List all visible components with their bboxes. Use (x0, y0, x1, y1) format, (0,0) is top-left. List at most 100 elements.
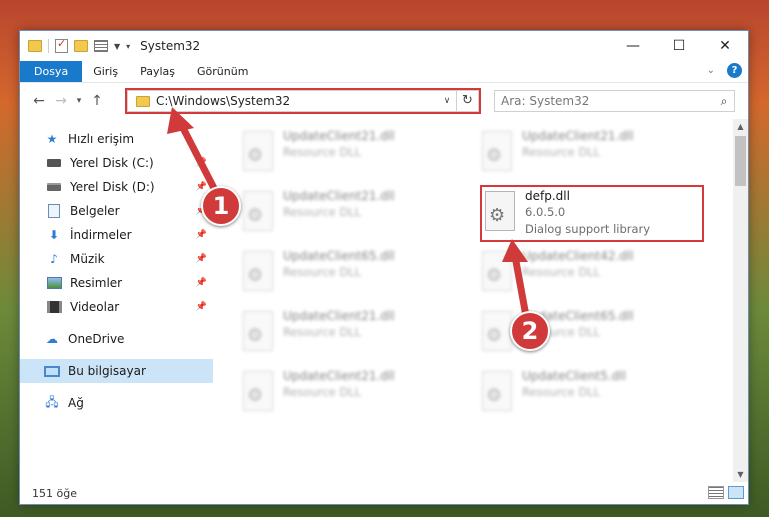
sidebar-item-network[interactable]: 🖧 Ağ (20, 391, 213, 415)
download-icon: ⬇ (48, 228, 60, 242)
dll-file-icon: ⚙ (480, 131, 514, 173)
music-icon: ♪ (50, 252, 58, 266)
tiles-view-icon[interactable] (728, 486, 744, 499)
sidebar-item-documents[interactable]: Belgeler 📌 (20, 199, 213, 223)
file-item[interactable]: ⚙ UpdateClient65.dll Resource DLL (241, 247, 461, 297)
file-type: Resource DLL (522, 145, 601, 159)
vertical-scrollbar[interactable]: ▲ ▼ (733, 119, 748, 482)
file-type: Resource DLL (283, 145, 362, 159)
videos-icon (46, 300, 62, 314)
sidebar-item-label: Müzik (70, 252, 105, 266)
file-item[interactable]: ⚙ UpdateClient21.dll Resource DLL (480, 127, 700, 177)
sidebar-item-pictures[interactable]: Resimler 📌 (20, 271, 213, 295)
file-name: UpdateClient21.dll (283, 309, 395, 323)
maximize-button[interactable]: ☐ (656, 31, 702, 61)
sidebar-item-quick-access[interactable]: ★ Hızlı erişim (20, 127, 213, 151)
minimize-button[interactable]: — (610, 31, 656, 61)
file-item-defp-dll[interactable]: ⚙ defp.dll 6.0.5.0 Dialog support librar… (483, 187, 703, 237)
file-item[interactable]: ⚙ UpdateClient42.dll Resource DLL (480, 247, 700, 297)
sidebar-item-music[interactable]: ♪ Müzik 📌 (20, 247, 213, 271)
file-item[interactable]: ⚙ UpdateClient5.dll Resource DLL (480, 367, 700, 417)
file-name: defp.dll (525, 189, 570, 203)
file-list: ⚙ UpdateClient21.dll Resource DLL ⚙ Updat… (213, 119, 733, 482)
ribbon-tabs: Dosya Giriş Paylaş Görünüm ⌄ ? (20, 61, 748, 83)
expand-ribbon-icon[interactable]: ⌄ (707, 65, 715, 76)
pin-icon: 📌 (195, 254, 207, 264)
file-type: Resource DLL (283, 385, 362, 399)
chevron-down-icon[interactable]: ▼ (114, 42, 120, 51)
file-name: UpdateClient21.dll (283, 189, 395, 203)
sidebar-item-label: Belgeler (70, 204, 120, 218)
ribbon-right-controls: ⌄ ? (707, 63, 742, 78)
sidebar-item-label: OneDrive (68, 332, 125, 346)
sidebar-item-label: Yerel Disk (C:) (70, 156, 154, 170)
file-item[interactable]: ⚙ UpdateClient21.dll Resource DLL (241, 367, 461, 417)
scroll-up-icon[interactable]: ▲ (733, 119, 748, 134)
address-path[interactable]: C:\Windows\System32 (156, 94, 438, 108)
folder-icon (28, 40, 42, 52)
dll-file-icon: ⚙ (241, 251, 275, 293)
quick-access-toolbar: ▼ ▾ (20, 37, 130, 53)
cloud-icon: ☁ (46, 332, 58, 346)
pictures-icon (46, 276, 62, 290)
network-icon: 🖧 (45, 394, 59, 409)
recent-locations-icon[interactable]: ▾ (72, 96, 86, 106)
sidebar-item-videos[interactable]: Videolar 📌 (20, 295, 213, 319)
pin-icon: 📌 (195, 182, 207, 192)
scroll-down-icon[interactable]: ▼ (733, 467, 748, 482)
refresh-icon[interactable]: ↻ (456, 91, 478, 111)
pin-icon: 📌 (195, 302, 207, 312)
sidebar-item-label: İndirmeler (70, 228, 132, 242)
new-folder-icon[interactable] (74, 40, 88, 52)
properties-icon[interactable] (94, 40, 108, 52)
sidebar-item-local-disk-d[interactable]: Yerel Disk (D:) 📌 (20, 175, 213, 199)
sidebar-item-label: Hızlı erişim (68, 132, 135, 146)
details-view-icon[interactable] (708, 486, 724, 499)
file-item[interactable]: ⚙ UpdateClient21.dll Resource DLL (241, 127, 461, 177)
close-button[interactable]: ✕ (702, 31, 748, 61)
dll-file-icon: ⚙ (480, 251, 514, 293)
file-type: Resource DLL (283, 325, 362, 339)
file-name: UpdateClient65.dll (283, 249, 395, 263)
file-name: UpdateClient21.dll (522, 129, 634, 143)
pin-icon: 📌 (195, 230, 207, 240)
file-type: Resource DLL (283, 265, 362, 279)
tab-file[interactable]: Dosya (20, 61, 83, 82)
tab-share[interactable]: Paylaş (129, 61, 186, 82)
tab-home[interactable]: Giriş (82, 61, 129, 82)
scrollbar-thumb[interactable] (735, 136, 746, 186)
sidebar-item-local-disk-c[interactable]: Yerel Disk (C:) 📌 (20, 151, 213, 175)
chevron-down-icon[interactable]: ∨ (438, 96, 456, 106)
file-item[interactable]: ⚙ UpdateClient21.dll Resource DLL (241, 307, 461, 357)
file-type: Resource DLL (283, 205, 362, 219)
search-input[interactable] (501, 94, 714, 108)
status-bar: 151 öğe (20, 482, 748, 504)
sidebar-item-this-pc[interactable]: Bu bilgisayar (20, 359, 213, 383)
properties-check-icon[interactable] (55, 37, 68, 53)
file-version: 6.0.5.0 (525, 205, 566, 219)
address-bar[interactable]: C:\Windows\System32 ∨ ↻ (127, 90, 479, 112)
sidebar-item-label: Bu bilgisayar (68, 364, 146, 378)
forward-arrow-icon[interactable]: → (50, 93, 72, 109)
customize-toolbar-icon[interactable]: ▾ (126, 42, 130, 51)
search-box[interactable]: ⌕ (494, 90, 735, 112)
dll-file-icon: ⚙ (480, 311, 514, 353)
computer-icon (44, 364, 60, 378)
help-icon[interactable]: ? (727, 63, 742, 78)
documents-icon (46, 204, 62, 218)
file-name: UpdateClient21.dll (283, 369, 395, 383)
sidebar-item-label: Resimler (70, 276, 123, 290)
sidebar-item-label: Yerel Disk (D:) (70, 180, 155, 194)
dll-file-icon: ⚙ (480, 371, 514, 413)
back-arrow-icon[interactable]: ← (28, 93, 50, 109)
sidebar-item-onedrive[interactable]: ☁ OneDrive (20, 327, 213, 351)
dll-file-icon: ⚙ (241, 311, 275, 353)
step-badge-2: 2 (510, 311, 550, 351)
pin-icon: 📌 (195, 278, 207, 288)
up-arrow-icon[interactable]: ↑ (86, 93, 108, 109)
search-icon[interactable]: ⌕ (714, 94, 734, 109)
sidebar-item-downloads[interactable]: ⬇ İndirmeler 📌 (20, 223, 213, 247)
tab-view[interactable]: Görünüm (186, 61, 259, 82)
file-item[interactable]: ⚙ UpdateClient21.dll Resource DLL (241, 187, 461, 237)
file-type: Resource DLL (522, 265, 601, 279)
